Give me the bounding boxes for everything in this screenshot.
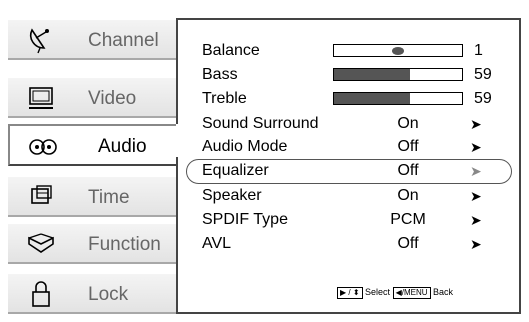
select-hint: Select xyxy=(365,287,391,297)
panel-border xyxy=(176,18,178,124)
tab-function[interactable]: Function xyxy=(8,222,176,264)
tab-channel[interactable]: Channel xyxy=(8,18,176,60)
audio-mode-label: Audio Mode xyxy=(202,138,288,155)
arrow-right-icon[interactable]: ➤ xyxy=(470,188,482,205)
treble-label: Treble xyxy=(202,90,247,107)
osd-screen: Channel Video Audio Time Function Lock B… xyxy=(0,0,529,322)
balance-slider[interactable] xyxy=(333,44,463,57)
treble-value: 59 xyxy=(474,90,492,107)
arrow-right-icon[interactable]: ➤ xyxy=(470,139,482,156)
balance-knob[interactable] xyxy=(392,47,404,55)
balance-value: 1 xyxy=(474,42,483,59)
audio-mode-value: Off xyxy=(397,138,419,155)
time-icon xyxy=(31,185,52,204)
treble-slider[interactable] xyxy=(333,92,463,105)
tab-time[interactable]: Time xyxy=(8,175,176,217)
audio-icon xyxy=(29,139,57,155)
speaker-value: On xyxy=(397,187,419,204)
bass-fill xyxy=(334,69,410,80)
help-bar: ▶ / ⬍ Select ◀/MENU Back xyxy=(337,287,453,299)
treble-fill xyxy=(334,93,410,104)
tab-time-label: Time xyxy=(88,187,130,208)
sound-surround-label: Sound Surround xyxy=(202,115,319,132)
balance-label: Balance xyxy=(202,42,260,59)
arrow-right-icon[interactable]: ➤ xyxy=(470,163,482,180)
monitor-icon xyxy=(29,87,53,109)
tab-audio-label: Audio xyxy=(98,136,147,157)
arrow-right-icon[interactable]: ➤ xyxy=(470,212,482,229)
sound-surround-value: On xyxy=(397,115,419,132)
arrow-right-icon[interactable]: ➤ xyxy=(470,116,482,133)
avl-label: AVL xyxy=(202,235,232,252)
bass-value: 59 xyxy=(474,66,492,83)
bass-slider[interactable] xyxy=(333,68,463,81)
spdif-type-value: PCM xyxy=(390,211,426,228)
tab-audio[interactable]: Audio xyxy=(8,124,176,166)
panel-border xyxy=(176,157,178,314)
avl-value: Off xyxy=(397,235,419,252)
back-hint: Back xyxy=(433,287,454,297)
tab-video-label: Video xyxy=(88,88,137,109)
satellite-dish-icon xyxy=(29,28,49,54)
tab-lock-label: Lock xyxy=(88,284,129,305)
bass-label: Bass xyxy=(202,66,238,83)
speaker-label: Speaker xyxy=(202,187,262,204)
spdif-type-label: SPDIF Type xyxy=(202,211,288,228)
menu-tabs: Channel Video Audio Time Function Lock xyxy=(0,0,176,322)
equalizer-label: Equalizer xyxy=(202,162,269,179)
tab-function-label: Function xyxy=(88,234,161,255)
back-key-icon: ◀/MENU xyxy=(392,287,431,299)
equalizer-value: Off xyxy=(397,162,419,179)
lock-icon xyxy=(32,281,50,307)
arrow-right-icon[interactable]: ➤ xyxy=(470,236,482,253)
nav-keys-icon: ▶ / ⬍ xyxy=(337,287,363,299)
tab-channel-label: Channel xyxy=(88,30,159,51)
tab-lock[interactable]: Lock xyxy=(8,272,176,314)
function-icon xyxy=(28,233,54,253)
tab-video[interactable]: Video xyxy=(8,76,176,118)
